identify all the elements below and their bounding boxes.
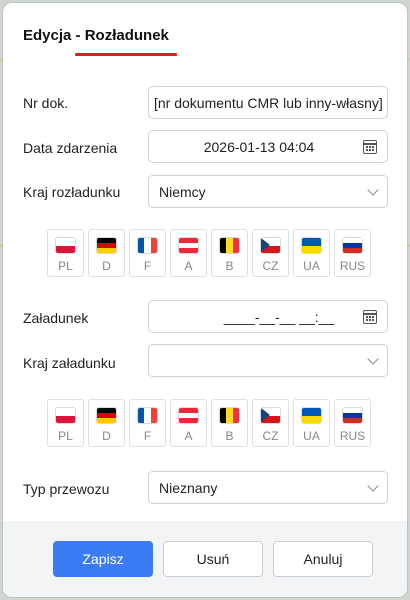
chevron-down-icon [367, 184, 379, 196]
chevron-down-icon [367, 480, 379, 492]
typ-przewozu-label: Typ przewozu [23, 481, 110, 497]
flag-code-label: A [184, 259, 193, 273]
dialog-title: Edycja - Rozładunek [23, 27, 169, 44]
kraj-rozladunku-select[interactable]: Niemcy [148, 175, 388, 208]
kraj-zaladunku-select[interactable] [148, 344, 388, 377]
kraj-rozladunku-value: Niemcy [159, 183, 206, 200]
flag-cz-icon [261, 408, 280, 423]
flag-code-label: RUS [339, 429, 366, 443]
chevron-down-icon [367, 353, 379, 365]
unloading-flag-button-d[interactable]: D [88, 229, 125, 277]
kraj-zaladunku-label: Kraj załadunku [23, 355, 116, 371]
flag-code-label: RUS [339, 259, 366, 273]
unloading-flag-button-ua[interactable]: UA [293, 229, 330, 277]
loading-flag-button-ua[interactable]: UA [293, 399, 330, 447]
loading-flag-button-a[interactable]: A [170, 399, 207, 447]
flag-code-label: D [102, 259, 111, 273]
typ-przewozu-select[interactable]: Nieznany [148, 471, 388, 504]
flag-code-label: UA [303, 259, 320, 273]
flag-d-icon [97, 238, 116, 253]
nr-dok-value: [nr dokumentu CMR lub inny-własny] [154, 94, 383, 111]
flag-rus-icon [343, 408, 362, 423]
delete-button[interactable]: Usuń [163, 541, 263, 577]
typ-przewozu-value: Nieznany [159, 479, 218, 496]
flag-code-label: PL [58, 259, 73, 273]
flag-ua-icon [302, 408, 321, 423]
flag-cz-icon [261, 238, 280, 253]
flag-d-icon [97, 408, 116, 423]
title-underline [75, 53, 177, 56]
flag-pl-icon [56, 238, 75, 253]
dialog-title-prefix: Edycja - [23, 27, 85, 44]
flag-code-label: CZ [262, 259, 279, 273]
kraj-rozladunku-label: Kraj rozładunku [23, 184, 121, 200]
dialog-title-main: Rozładunek [84, 27, 169, 44]
data-zdarzenia-label: Data zdarzenia [23, 140, 118, 156]
flag-code-label: B [225, 259, 234, 273]
unloading-flag-button-pl[interactable]: PL [47, 229, 84, 277]
unloading-flag-button-f[interactable]: F [129, 229, 166, 277]
flag-code-label: D [102, 429, 111, 443]
unloading-flag-button-b[interactable]: B [211, 229, 248, 277]
flag-a-icon [179, 408, 198, 423]
calendar-icon[interactable] [363, 140, 377, 154]
edit-dialog: Edycja - Rozładunek Nr dok. [nr dokument… [3, 3, 407, 597]
flag-rus-icon [343, 238, 362, 253]
flag-b-icon [220, 238, 239, 253]
flag-code-label: F [143, 259, 152, 273]
flag-f-icon [138, 408, 157, 423]
flag-b-icon [220, 408, 239, 423]
nr-dok-label: Nr dok. [23, 95, 69, 111]
unloading-flag-button-cz[interactable]: CZ [252, 229, 289, 277]
nr-dok-input[interactable]: [nr dokumentu CMR lub inny-własny] [148, 86, 388, 119]
flag-ua-icon [302, 238, 321, 253]
loading-flag-button-f[interactable]: F [129, 399, 166, 447]
loading-flag-button-d[interactable]: D [88, 399, 125, 447]
flag-code-label: PL [58, 429, 73, 443]
zaladunek-value: ____-__-__ __:__ [223, 308, 335, 325]
flag-pl-icon [56, 408, 75, 423]
zaladunek-input[interactable]: ____-__-__ __:__ [148, 300, 388, 333]
loading-flag-button-rus[interactable]: RUS [334, 399, 371, 447]
loading-flag-button-b[interactable]: B [211, 399, 248, 447]
flag-code-label: F [143, 429, 152, 443]
flag-code-label: B [225, 429, 234, 443]
country-flags-loading: PL D F A B CZ UA RUS [47, 399, 371, 447]
flag-a-icon [179, 238, 198, 253]
loading-flag-button-pl[interactable]: PL [47, 399, 84, 447]
calendar-icon[interactable] [363, 310, 377, 324]
loading-flag-button-cz[interactable]: CZ [252, 399, 289, 447]
cancel-button[interactable]: Anuluj [273, 541, 373, 577]
flag-code-label: UA [303, 429, 320, 443]
flag-code-label: CZ [262, 429, 279, 443]
unloading-flag-button-rus[interactable]: RUS [334, 229, 371, 277]
data-zdarzenia-input[interactable]: 2026-01-13 04:04 [148, 130, 388, 163]
zaladunek-label: Załadunek [23, 310, 89, 326]
save-button[interactable]: Zapisz [53, 541, 153, 577]
unloading-flag-button-a[interactable]: A [170, 229, 207, 277]
flag-code-label: A [184, 429, 193, 443]
country-flags-unloading: PL D F A B CZ UA RUS [47, 229, 371, 277]
data-zdarzenia-value: 2026-01-13 04:04 [203, 138, 315, 155]
flag-f-icon [138, 238, 157, 253]
